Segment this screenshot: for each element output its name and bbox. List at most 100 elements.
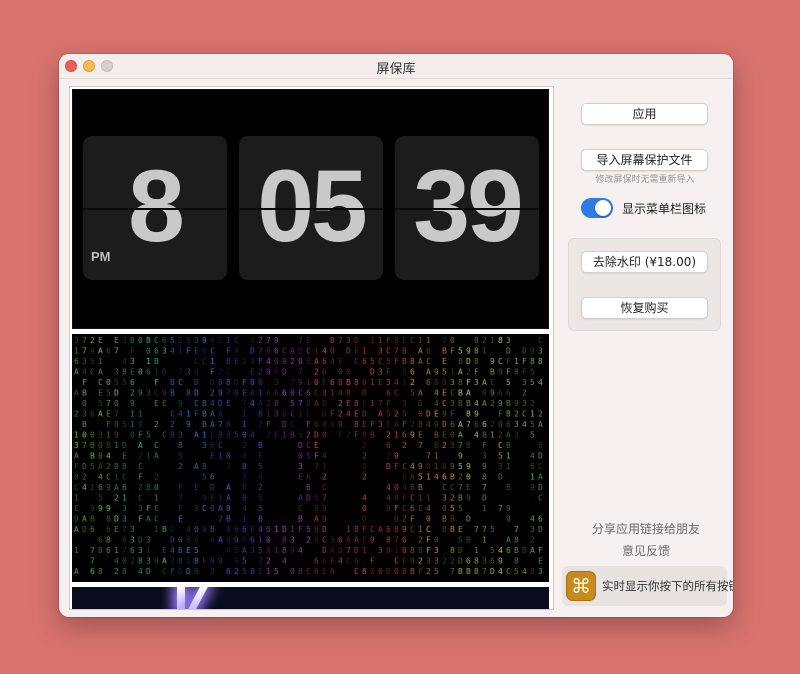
matrix-glyph: E	[122, 452, 127, 461]
matrix-glyph: 3	[138, 504, 143, 513]
matrix-glyph: F	[474, 368, 479, 377]
matrix-glyph: 2	[362, 452, 367, 461]
matrix-glyph: E	[98, 336, 103, 345]
matrix-glyph: F	[482, 441, 487, 450]
matrix-glyph: 4	[170, 546, 175, 555]
import-hint: 修改屏保时无需重新导入	[595, 175, 695, 185]
matrix-glyph: 7	[290, 378, 295, 387]
matrix-glyph: 5	[450, 504, 455, 513]
matrix-rain-preview[interactable]: 316AA213AF8C1E9A1A7734FB03B07D24AD245C60…	[72, 334, 549, 582]
matrix-glyph: 9	[106, 483, 111, 492]
matrix-glyph: 8	[538, 357, 543, 366]
matrix-glyph: B	[506, 483, 511, 492]
matrix-glyph: B	[178, 546, 183, 555]
matrix-glyph: 9	[338, 420, 343, 429]
matrix-glyph: 1	[226, 336, 231, 345]
feedback-link[interactable]: 意见反馈	[559, 542, 733, 559]
matrix-glyph: 0	[106, 378, 111, 387]
remove-watermark-button[interactable]: 去除水印 (¥18.00)	[581, 251, 708, 273]
matrix-glyph: 7	[474, 525, 479, 534]
matrix-glyph: 9	[466, 494, 471, 503]
matrix-glyph: D	[114, 515, 119, 524]
matrix-glyph: 0	[266, 525, 271, 534]
matrix-glyph: 5	[506, 378, 511, 387]
neon-light-preview[interactable]	[72, 587, 549, 609]
share-app-link[interactable]: 分享应用链接给朋友	[559, 520, 733, 537]
matrix-glyph: F	[138, 431, 143, 440]
matrix-glyph: 4	[394, 378, 399, 387]
matrix-glyph: 9	[434, 368, 439, 377]
matrix-glyph: E	[322, 567, 327, 576]
matrix-glyph: E	[210, 494, 215, 503]
matrix-glyph: E	[538, 557, 543, 566]
matrix-glyph: 6	[322, 557, 327, 566]
matrix-glyph: 5	[242, 557, 247, 566]
matrix-glyph: 6	[362, 357, 367, 366]
matrix-glyph: A	[458, 420, 463, 429]
matrix-glyph: D	[170, 536, 175, 545]
matrix-glyph: B	[210, 525, 215, 534]
matrix-glyph: 0	[274, 357, 279, 366]
matrix-glyph: 7	[258, 557, 263, 566]
matrix-glyph: F	[370, 420, 375, 429]
matrix-glyph: 7	[178, 368, 183, 377]
matrix-glyph: 7	[322, 494, 327, 503]
hour-card: 8 PM	[83, 136, 227, 280]
menubar-icon-toggle[interactable]	[581, 198, 613, 218]
matrix-glyph: 6	[154, 347, 159, 356]
matrix-glyph: 3	[130, 357, 135, 366]
matrix-glyph: A	[98, 410, 103, 419]
matrix-glyph: 1	[402, 378, 407, 387]
matrix-glyph: 4	[82, 368, 87, 377]
matrix-glyph: 4	[210, 399, 215, 408]
matrix-glyph: 0	[298, 452, 303, 461]
matrix-glyph: 8	[258, 410, 263, 419]
import-screensaver-button[interactable]: 导入屏幕保护文件	[581, 149, 708, 171]
matrix-glyph: 1	[122, 494, 127, 503]
matrix-glyph: C	[154, 515, 159, 524]
matrix-glyph: 3	[378, 347, 383, 356]
matrix-glyph: E	[194, 483, 199, 492]
flip-clock-preview[interactable]: 8 PM 05 39	[72, 89, 549, 329]
matrix-glyph: 6	[330, 378, 335, 387]
matrix-glyph: 0	[194, 525, 199, 534]
matrix-glyph: 7	[90, 557, 95, 566]
restore-purchase-button[interactable]: 恢复购买	[581, 297, 708, 319]
matrix-glyph: 9	[202, 336, 207, 345]
matrix-glyph: A	[506, 536, 511, 545]
matrix-glyph: B	[410, 483, 415, 492]
matrix-glyph: 0	[386, 546, 391, 555]
matrix-glyph: 0	[362, 504, 367, 513]
matrix-glyph: A	[314, 515, 319, 524]
matrix-glyph: 1	[418, 494, 423, 503]
matrix-glyph: B	[122, 462, 127, 471]
matrix-glyph: B	[474, 567, 479, 576]
matrix-glyph: C	[170, 525, 175, 534]
matrix-glyph: D	[362, 410, 367, 419]
matrix-glyph: D	[210, 378, 215, 387]
matrix-glyph: 1	[138, 410, 143, 419]
matrix-glyph: C	[354, 567, 359, 576]
matrix-glyph: F	[402, 557, 407, 566]
matrix-glyph: 2	[130, 389, 135, 398]
matrix-glyph: C	[410, 494, 415, 503]
matrix-glyph: 8	[114, 420, 119, 429]
screensaver-preview-list[interactable]: 8 PM 05 39 316AA213AF8C1E9A1A7734FB03B07…	[69, 86, 554, 610]
matrix-glyph: F	[498, 410, 503, 419]
toggle-knob	[595, 200, 611, 216]
apply-button[interactable]: 应用	[581, 103, 708, 125]
matrix-glyph: 8	[474, 557, 479, 566]
matrix-glyph: 5	[458, 347, 463, 356]
matrix-glyph: C	[154, 336, 159, 345]
matrix-glyph: 7	[266, 336, 271, 345]
matrix-glyph: 3	[82, 357, 87, 366]
keycastr-promo[interactable]: ⌘ 实时显示你按下的所有按键	[562, 566, 733, 606]
matrix-glyph: 9	[474, 410, 479, 419]
matrix-glyph: 3	[450, 441, 455, 450]
matrix-glyph: 9	[194, 567, 199, 576]
matrix-glyph: A	[378, 410, 383, 419]
matrix-glyph: 1	[186, 557, 191, 566]
matrix-glyph: B	[466, 441, 471, 450]
matrix-glyph: F	[418, 567, 423, 576]
matrix-glyph: 2	[338, 399, 343, 408]
